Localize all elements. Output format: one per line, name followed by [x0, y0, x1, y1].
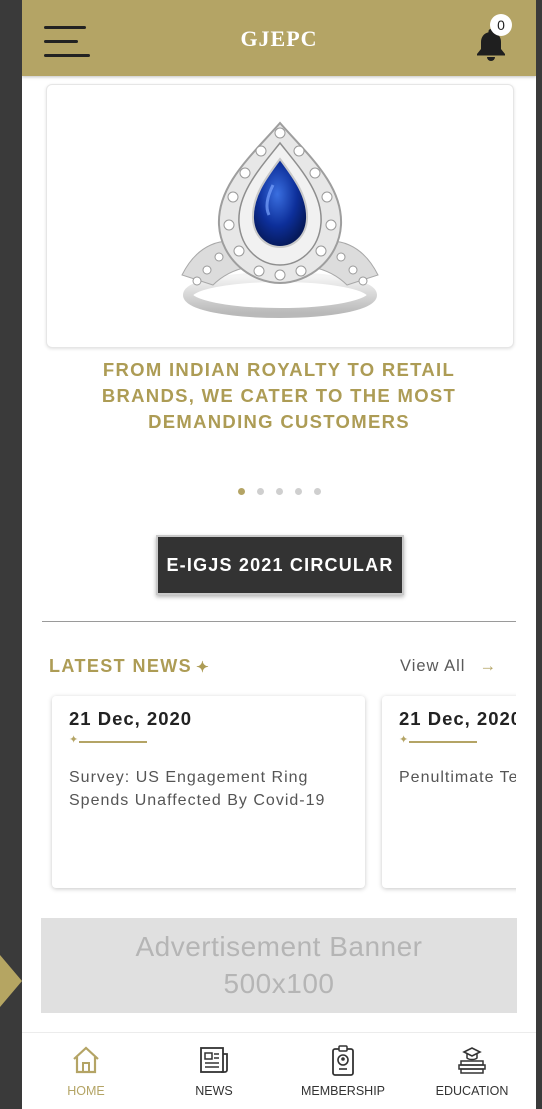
news-date: 21 Dec, 2020: [69, 708, 193, 729]
notifications-button[interactable]: 0: [470, 14, 516, 64]
bottom-navigation: HOME NEWS MEMBERSHIP EDUCATION: [22, 1032, 536, 1109]
notification-badge: 0: [490, 14, 512, 36]
ad-banner-title: Advertisement Banner: [135, 931, 423, 962]
nav-education[interactable]: EDUCATION: [408, 1033, 536, 1109]
news-headline: Survey: US Engagement Ring Spends Unaffe…: [69, 769, 326, 809]
books-icon: [458, 1047, 486, 1074]
app-title: GJEPC: [240, 26, 318, 51]
news-card[interactable]: 21 Dec, 2020 ✦ Penultimate Tender Break: [382, 696, 516, 888]
nav-home-label: HOME: [67, 1084, 105, 1098]
carousel-indicator: [22, 488, 536, 495]
app-screen: GJEPC 0 FROM INDIAN ROYALTY TO RETAIL BR…: [22, 0, 536, 1109]
nav-home[interactable]: HOME: [22, 1033, 150, 1109]
circular-button[interactable]: E-IGJS 2021 CIRCULAR: [156, 535, 404, 595]
sapphire-ring-image: [181, 121, 379, 318]
nav-news[interactable]: NEWS: [150, 1033, 278, 1109]
latest-news-heading: LATEST NEWS ✦: [49, 656, 210, 677]
sparkle-icon: ✦: [196, 659, 211, 676]
view-all-link[interactable]: View All →: [400, 657, 497, 676]
news-headline: Penultimate Tender Break: [399, 769, 516, 786]
news-carousel[interactable]: 21 Dec, 2020 ✦ Survey: US Engagement Rin…: [22, 690, 516, 900]
latest-news-label: LATEST NEWS: [49, 656, 193, 676]
ornament-divider: ✦: [399, 734, 479, 748]
nav-education-label: EDUCATION: [435, 1084, 509, 1098]
carousel-dot[interactable]: [275, 488, 283, 495]
hero-tagline: FROM INDIAN ROYALTY TO RETAIL BRANDS, WE…: [101, 359, 457, 432]
news-date: 21 Dec, 2020: [399, 708, 516, 729]
section-divider: [42, 621, 516, 622]
carousel-dot[interactable]: [313, 488, 321, 495]
ornament-divider: ✦: [69, 734, 149, 748]
ad-banner-size: 500x100: [223, 968, 335, 999]
view-all-label: View All: [400, 657, 466, 675]
hero-banner-card[interactable]: [46, 84, 514, 348]
news-card[interactable]: 21 Dec, 2020 ✦ Survey: US Engagement Rin…: [52, 696, 365, 888]
carousel-dot[interactable]: [256, 488, 264, 495]
newspaper-icon: [200, 1047, 228, 1073]
arrow-right-icon: →: [479, 657, 497, 675]
nav-news-label: NEWS: [195, 1084, 233, 1098]
advertisement-banner[interactable]: Advertisement Banner 500x100: [41, 918, 517, 1013]
app-bar: GJEPC 0: [22, 0, 536, 76]
id-badge-icon: [332, 1045, 354, 1076]
nav-membership-label: MEMBERSHIP: [300, 1084, 386, 1098]
carousel-dot[interactable]: [294, 488, 302, 495]
carousel-dot[interactable]: [237, 488, 245, 495]
side-arrow-indicator: [0, 955, 22, 1007]
home-icon: [73, 1046, 99, 1074]
nav-membership[interactable]: MEMBERSHIP: [279, 1033, 407, 1109]
